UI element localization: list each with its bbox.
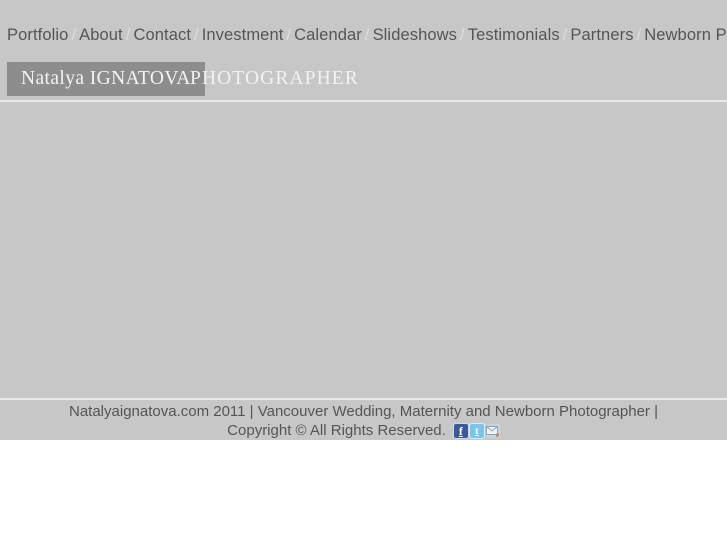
nav-item-about[interactable]: About	[79, 26, 123, 44]
nav-separator: /	[460, 26, 465, 44]
site-logo[interactable]: Natalya IGNATOVA PHOTOGRAPHER	[0, 62, 727, 96]
nav-separator: /	[194, 26, 199, 44]
logo-name[interactable]: Natalya IGNATOVA	[7, 62, 205, 96]
main-navigation: Portfolio / About / Contact / Investment / Calen…	[7, 25, 727, 45]
nav-separator: /	[125, 26, 131, 44]
nav-item-calendar[interactable]: Calendar	[294, 26, 362, 44]
page-shell: Portfolio / About / Contact / Investment / Calen…	[0, 0, 727, 440]
svg-text:e: e	[496, 431, 499, 438]
logo-role: PHOTOGRAPHER	[190, 68, 359, 89]
site-footer: Natalyaignatova.com 2011 | Vancouver Wed…	[0, 402, 727, 440]
footer-copyright-text: Copyright © All Rights Reserved.	[227, 422, 446, 439]
nav-item-investment[interactable]: Investment	[202, 26, 284, 44]
social-links: f t e	[453, 423, 500, 438]
nav-item-newborn-props[interactable]: Newborn Props	[644, 26, 727, 44]
nav-separator: /	[286, 26, 292, 44]
nav-separator: /	[636, 26, 642, 44]
facebook-icon[interactable]: f	[453, 423, 468, 438]
footer-divider	[0, 398, 727, 400]
nav-separator: /	[364, 26, 370, 44]
footer-copyright-row: Copyright © All Rights Reserved. f t e	[0, 421, 727, 440]
twitter-icon[interactable]: t	[469, 423, 484, 438]
footer-credit-line: Natalyaignatova.com 2011 | Vancouver Wed…	[69, 403, 658, 420]
nav-separator: /	[71, 26, 77, 44]
nav-item-slideshows[interactable]: Slideshows	[373, 26, 457, 44]
browser-viewport: Portfolio / About / Contact / Investment / Calen…	[0, 0, 727, 545]
nav-item-contact[interactable]: Contact	[133, 26, 191, 44]
nav-separator: /	[562, 26, 568, 44]
nav-item-portfolio[interactable]: Portfolio	[7, 26, 68, 44]
email-icon[interactable]: e	[485, 423, 500, 438]
nav-item-testimonials[interactable]: Testimonials	[468, 26, 560, 44]
main-content-area	[0, 102, 727, 398]
nav-item-partners[interactable]: Partners	[570, 26, 633, 44]
